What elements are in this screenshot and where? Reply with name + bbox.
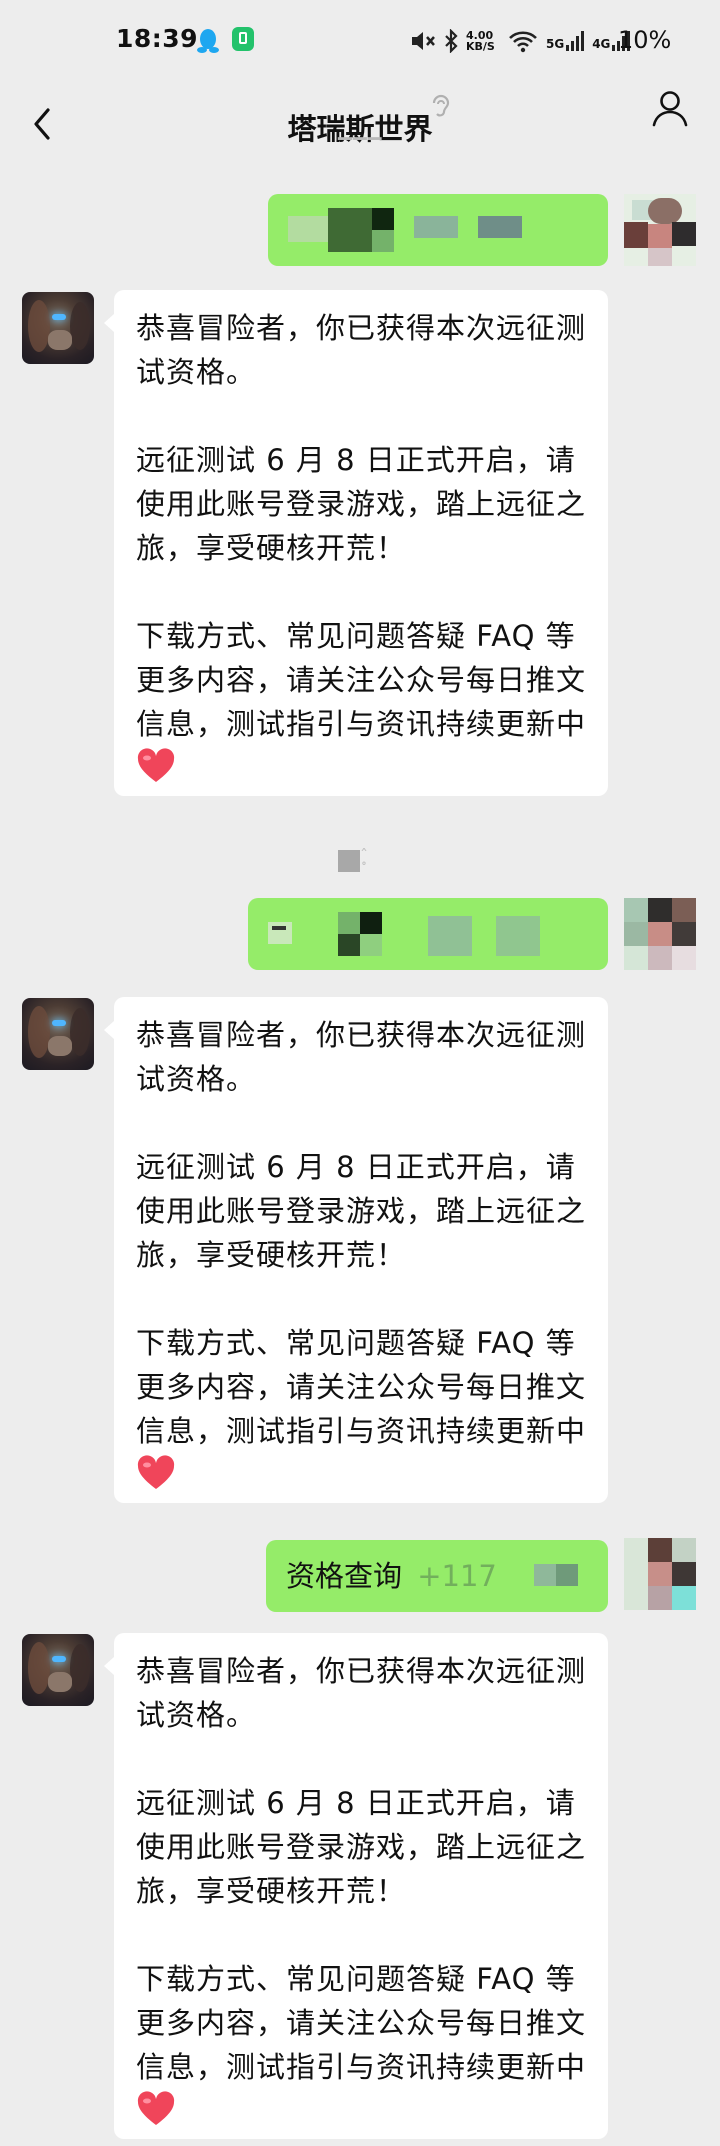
message-paragraph: 远征测试 6 月 8 日正式开启，请使用此账号登录游戏，踏上远征之旅，享受硬核开…	[136, 1786, 587, 1908]
status-time: 18:39	[116, 24, 199, 53]
message-text: 资格查询	[286, 1559, 403, 1593]
outgoing-message-bubble[interactable]: 资格查询 +117	[266, 1540, 608, 1612]
net-speed: 4.00 KB/S	[466, 29, 495, 53]
message-paragraph: 下载方式、常见问题答疑 FAQ 等更多内容，请关注公众号每日推文信息，测试指引与…	[136, 1326, 587, 1448]
qq-icon	[197, 29, 219, 53]
incoming-message-bubble[interactable]: 恭喜冒险者，你已获得本次远征测试资格。 远征测试 6 月 8 日正式开启，请使用…	[104, 1633, 608, 2139]
blurred-timestamp	[338, 850, 360, 872]
message-suffix: +117	[417, 1559, 497, 1593]
message-paragraph: 下载方式、常见问题答疑 FAQ 等更多内容，请关注公众号每日推文信息，测试指引与…	[136, 1962, 587, 2084]
status-bar: 18:39 4.00 KB/S 5G 4G 10%	[0, 0, 720, 84]
user-avatar[interactable]	[624, 898, 696, 970]
incoming-message-bubble[interactable]: 恭喜冒险者，你已获得本次远征测试资格。 远征测试 6 月 8 日正式开启，请使用…	[104, 997, 608, 1503]
timestamp-cut: ▔▔▔	[338, 138, 383, 159]
app-notification-icon	[232, 27, 254, 51]
outgoing-message-bubble[interactable]	[248, 898, 608, 970]
signal-bars-icon	[566, 31, 585, 51]
user-avatar[interactable]	[624, 194, 696, 266]
bluetooth-icon	[445, 29, 458, 53]
mute-icon	[412, 32, 435, 50]
user-avatar[interactable]	[624, 1538, 696, 1610]
blurred-content	[288, 208, 588, 252]
heart-icon	[137, 1455, 175, 1489]
heart-icon	[137, 2091, 175, 2125]
blurred-content	[526, 1556, 586, 1596]
message-paragraph: 恭喜冒险者，你已获得本次远征测试资格。	[136, 1654, 587, 1732]
message-paragraph: 下载方式、常见问题答疑 FAQ 等更多内容，请关注公众号每日推文信息，测试指引与…	[136, 619, 587, 741]
wifi-icon	[509, 31, 537, 53]
bot-avatar[interactable]	[22, 292, 94, 364]
heart-icon	[137, 748, 175, 782]
battery-level: 10%	[618, 26, 672, 54]
blurred-content	[268, 912, 588, 956]
profile-icon[interactable]	[650, 88, 690, 128]
incoming-message-bubble[interactable]: 恭喜冒险者，你已获得本次远征测试资格。 远征测试 6 月 8 日正式开启，请使用…	[104, 290, 608, 796]
bot-avatar[interactable]	[22, 998, 94, 1070]
status-icons: 4.00 KB/S 5G 4G	[410, 26, 631, 56]
message-paragraph: 远征测试 6 月 8 日正式开启，请使用此账号登录游戏，踏上远征之旅，享受硬核开…	[136, 1150, 587, 1272]
timestamp-fragment: ˆ̥	[360, 846, 368, 865]
message-paragraph: 恭喜冒险者，你已获得本次远征测试资格。	[136, 1018, 587, 1096]
message-paragraph: 恭喜冒险者，你已获得本次远征测试资格。	[136, 311, 587, 389]
bot-avatar[interactable]	[22, 1634, 94, 1706]
outgoing-message-bubble[interactable]	[268, 194, 608, 266]
message-paragraph: 远征测试 6 月 8 日正式开启，请使用此账号登录游戏，踏上远征之旅，享受硬核开…	[136, 443, 587, 565]
signal-5g: 5G	[546, 31, 585, 51]
ear-mute-icon	[432, 94, 450, 117]
